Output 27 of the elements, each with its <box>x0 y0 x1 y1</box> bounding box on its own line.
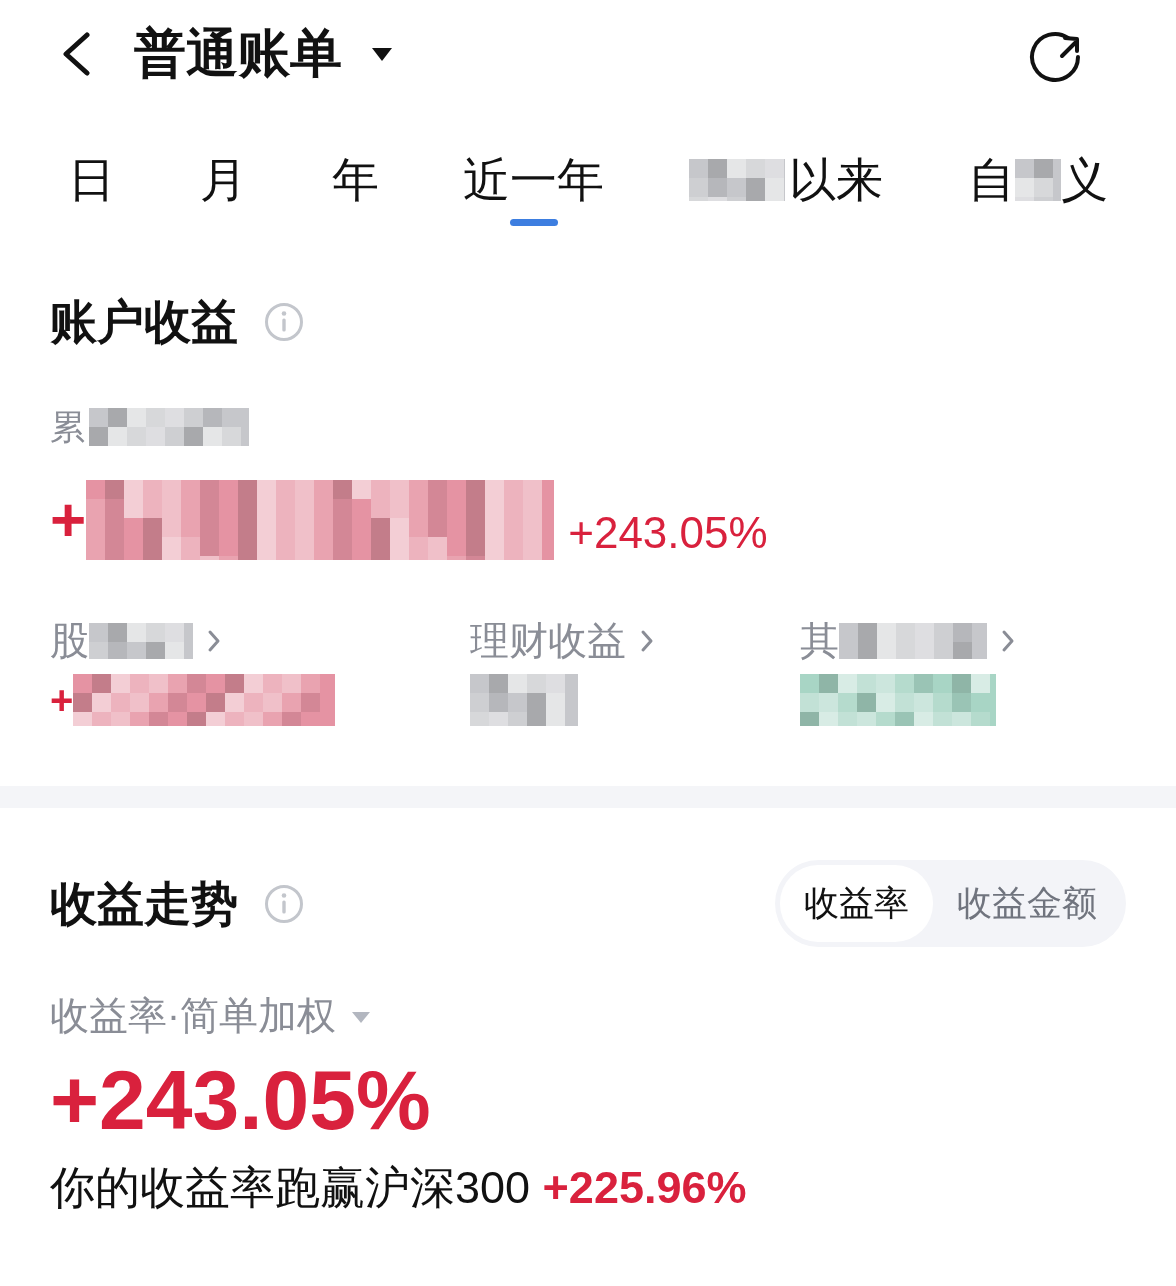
total-income-label: 累 <box>50 406 85 448</box>
period-tab[interactable]: 自 义 <box>968 152 1108 226</box>
chevron-right-icon[interactable] <box>640 629 654 653</box>
back-button[interactable] <box>60 32 92 76</box>
segment-option[interactable]: 收益率 <box>780 865 933 942</box>
total-income-amount: + <box>50 484 87 556</box>
info-icon[interactable] <box>264 883 304 924</box>
dropdown-caret-icon[interactable] <box>372 47 392 61</box>
income-category-value: + <box>50 677 74 724</box>
refresh-icon[interactable] <box>1028 30 1082 84</box>
return-rate-value: +243.05% <box>50 1053 431 1147</box>
tab-indicator <box>509 219 558 226</box>
section-heading: 收益走势 <box>50 875 238 932</box>
period-tab[interactable]: 近一年 <box>463 152 605 226</box>
total-return-rate: +243.05% <box>568 511 768 555</box>
section-heading: 账户收益 <box>50 294 238 350</box>
benchmark-comparison: 你的收益率跑赢沪深300 +225.96% <box>50 1161 747 1215</box>
period-tab[interactable]: 日 <box>68 152 115 226</box>
back-chevron-icon <box>60 32 92 76</box>
chevron-right-icon[interactable] <box>1001 629 1015 653</box>
account-title[interactable]: 普通账单 <box>134 24 342 84</box>
period-tab[interactable]: 月 <box>199 152 247 226</box>
period-tab[interactable]: 以来 <box>689 152 884 226</box>
info-icon[interactable] <box>264 302 304 342</box>
period-tab[interactable]: 年 <box>331 152 379 226</box>
chevron-right-icon[interactable] <box>207 629 221 653</box>
segment-option[interactable]: 收益金额 <box>933 865 1121 942</box>
